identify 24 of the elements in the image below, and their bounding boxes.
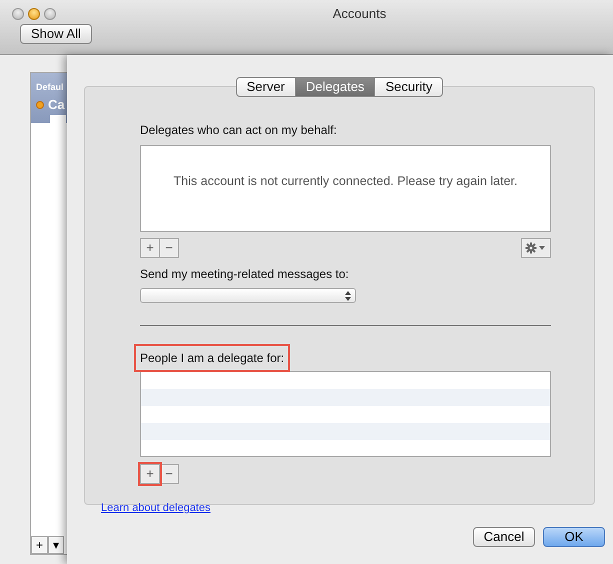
gear-menu-button[interactable] — [521, 238, 551, 258]
menu-caret-button[interactable]: ▾ — [48, 536, 64, 554]
add-button[interactable]: + — [140, 238, 160, 258]
add-account-button[interactable]: + — [31, 536, 48, 554]
window-title: Accounts — [332, 6, 386, 22]
remove-button[interactable]: − — [159, 238, 179, 258]
section-label: People I am a delegate for: — [136, 346, 288, 370]
tab[interactable]: Server — [236, 77, 296, 97]
gear-icon — [525, 242, 547, 254]
show-all-button[interactable]: Show All — [20, 24, 92, 44]
stepper-arrows-icon — [345, 290, 351, 300]
tab[interactable]: Delegates — [294, 77, 376, 97]
add-button[interactable]: + — [140, 464, 160, 484]
list-header: Defaul — [36, 81, 64, 94]
learn-link[interactable]: Learn about delegates — [101, 502, 210, 514]
status-message: This account is not currently connected. Please try again later. — [174, 173, 518, 190]
tab[interactable]: Security — [374, 77, 444, 97]
section-label: Delegates who can act on my behalf: — [140, 122, 337, 138]
section-label: Send my meeting-related messages to: — [140, 266, 349, 282]
recipient-popup[interactable] — [140, 288, 356, 303]
account-name: Ca — [48, 96, 65, 114]
status-dot — [36, 100, 44, 109]
cancel-button[interactable]: Cancel — [473, 527, 535, 547]
ok-button[interactable]: OK — [543, 527, 605, 547]
